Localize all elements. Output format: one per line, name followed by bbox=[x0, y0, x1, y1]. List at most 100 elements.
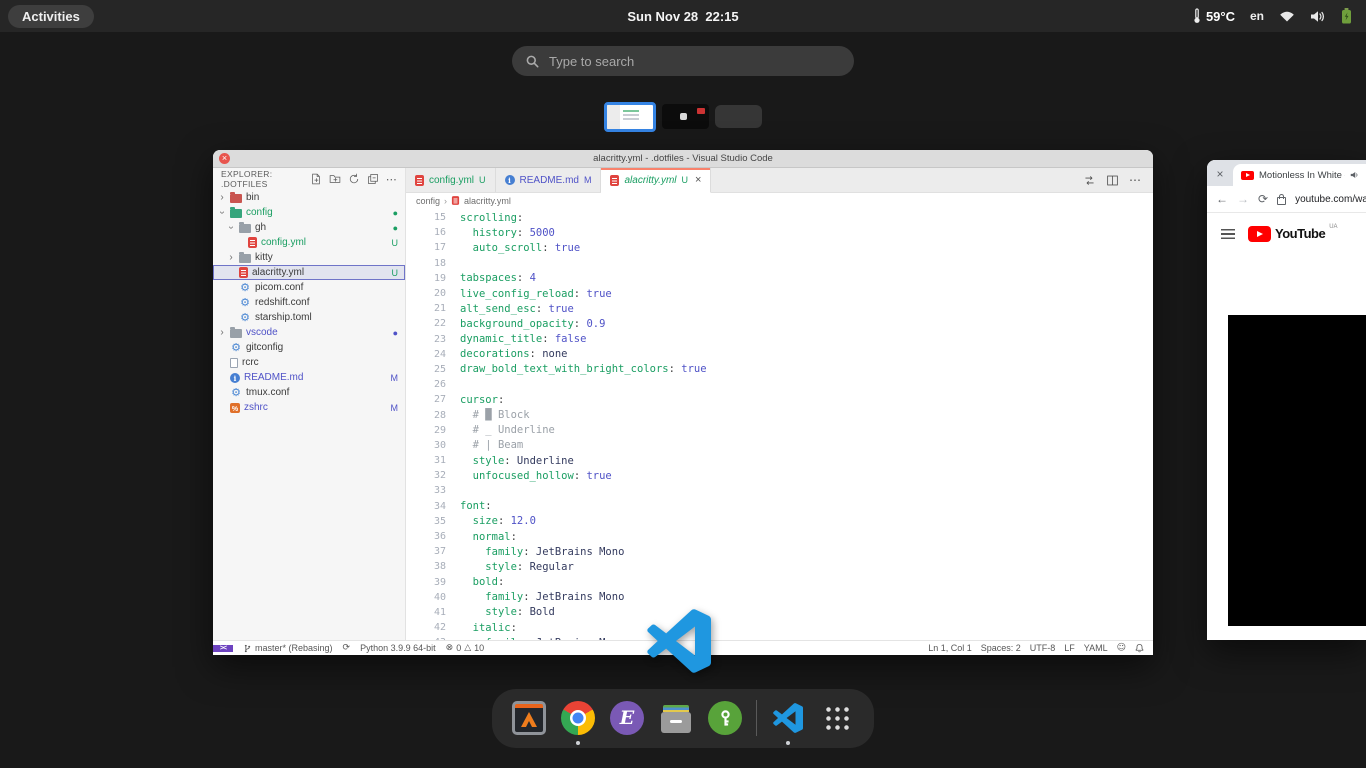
search-input[interactable]: Type to search bbox=[512, 46, 854, 76]
youtube-play-icon bbox=[1248, 226, 1271, 242]
dock-item-app-grid[interactable] bbox=[819, 700, 855, 736]
vscode-logo-drag[interactable] bbox=[647, 609, 711, 673]
line-number: 40 bbox=[406, 592, 460, 603]
tree-item-gitconfig[interactable]: gitconfig bbox=[213, 340, 405, 355]
file-label: tmux.conf bbox=[246, 387, 289, 398]
refresh-icon[interactable] bbox=[348, 173, 360, 185]
tree-item-redshift-conf[interactable]: redshift.conf bbox=[213, 295, 405, 310]
search-placeholder: Type to search bbox=[549, 54, 634, 69]
temperature-value: 59°C bbox=[1206, 9, 1235, 24]
tab-label: README.md bbox=[520, 175, 579, 186]
status-text-spaces-2[interactable]: Spaces: 2 bbox=[981, 643, 1021, 653]
error-icon: ⊗ bbox=[446, 643, 454, 653]
status-text-ln-1-col-1[interactable]: Ln 1, Col 1 bbox=[928, 643, 972, 653]
chevron-down-icon: › bbox=[226, 224, 237, 232]
code-line: 40 family: JetBrains Mono bbox=[406, 590, 1153, 605]
status-text-python-3-9-9-64-bit[interactable]: Python 3.9.9 64-bit bbox=[360, 643, 436, 653]
window-close-button[interactable]: × bbox=[1207, 162, 1233, 186]
workspace-thumbnail-1[interactable] bbox=[604, 102, 656, 132]
reload-icon[interactable]: ⟳ bbox=[1258, 192, 1268, 206]
browser-tab[interactable]: Motionless In White - / bbox=[1233, 164, 1366, 186]
warning-icon: △ bbox=[464, 643, 471, 653]
tree-item-picom-conf[interactable]: picom.conf bbox=[213, 280, 405, 295]
gear-icon bbox=[239, 282, 251, 294]
tree-item-vscode[interactable]: ›vscode● bbox=[213, 325, 405, 340]
volume-icon[interactable] bbox=[1310, 10, 1326, 23]
tree-item-tmux-conf[interactable]: tmux.conf bbox=[213, 385, 405, 400]
tree-item-zshrc[interactable]: zshrcM bbox=[213, 400, 405, 415]
chrome-icon bbox=[561, 701, 595, 735]
more-actions-icon[interactable]: ⋯ bbox=[386, 174, 397, 185]
new-file-icon[interactable] bbox=[310, 173, 322, 185]
tree-item-config-yml[interactable]: config.ymlU bbox=[213, 235, 405, 250]
tree-item-gh[interactable]: ›gh● bbox=[213, 220, 405, 235]
forward-icon[interactable]: → bbox=[1237, 192, 1249, 206]
dock-item-passwords[interactable] bbox=[707, 700, 743, 736]
problems-status[interactable]: ⊗0△10 bbox=[446, 643, 485, 653]
git-badge: ● bbox=[393, 328, 398, 338]
dock-item-chrome[interactable] bbox=[560, 700, 596, 736]
gear-icon bbox=[230, 387, 242, 399]
menu-icon[interactable] bbox=[1221, 229, 1235, 239]
editor-more-actions-icon[interactable]: ⋯ bbox=[1129, 173, 1141, 187]
activities-button[interactable]: Activities bbox=[8, 5, 94, 28]
status-text-lf[interactable]: LF bbox=[1064, 643, 1075, 653]
dock-item-vscode[interactable] bbox=[770, 700, 806, 736]
file-label: vscode bbox=[246, 327, 278, 338]
chrome-window[interactable]: × Motionless In White - / ← → ⟳ youtube.… bbox=[1207, 160, 1366, 640]
tab-alacritty-yml[interactable]: alacritty.ymlU× bbox=[601, 168, 711, 193]
sync-icon[interactable]: ⟳ bbox=[343, 643, 351, 653]
close-tab-icon[interactable]: × bbox=[695, 174, 701, 186]
tab-audio-icon[interactable] bbox=[1350, 171, 1359, 179]
doc-icon bbox=[230, 358, 238, 368]
remote-indicator[interactable]: >< bbox=[213, 645, 233, 652]
tree-item-kitty[interactable]: ›kitty bbox=[213, 250, 405, 265]
status-text-utf-8[interactable]: UTF-8 bbox=[1030, 643, 1056, 653]
tree-item-rcrc[interactable]: rcrc bbox=[213, 355, 405, 370]
dock-item-emacs[interactable]: E bbox=[609, 700, 645, 736]
breadcrumb-separator: › bbox=[444, 196, 447, 206]
tab-readme-md[interactable]: README.mdM bbox=[496, 168, 602, 192]
back-icon[interactable]: ← bbox=[1216, 192, 1228, 206]
video-player[interactable] bbox=[1228, 315, 1366, 626]
workspace-thumbnail-2[interactable] bbox=[662, 104, 709, 129]
tree-item-starship-toml[interactable]: starship.toml bbox=[213, 310, 405, 325]
dock-item-files[interactable] bbox=[658, 700, 694, 736]
new-folder-icon[interactable] bbox=[329, 173, 341, 185]
breadcrumb-file[interactable]: alacritty.yml bbox=[464, 196, 511, 206]
tree-item-alacritty-yml[interactable]: alacritty.ymlU bbox=[213, 265, 405, 280]
notifications-bell[interactable] bbox=[1135, 643, 1144, 653]
yaml-icon bbox=[610, 175, 619, 186]
youtube-logo[interactable]: YouTube UA bbox=[1248, 226, 1338, 242]
wifi-icon[interactable] bbox=[1279, 10, 1295, 22]
bell-icon[interactable] bbox=[1135, 643, 1144, 653]
tab-config-yml[interactable]: config.ymlU bbox=[406, 168, 496, 192]
git-badge: U bbox=[682, 175, 689, 185]
keyboard-layout-indicator[interactable]: en bbox=[1250, 9, 1264, 23]
clock[interactable]: Sun Nov 28 22:15 bbox=[627, 9, 738, 24]
git-branch-status[interactable]: master* (Rebasing) bbox=[243, 643, 333, 654]
vscode-titlebar[interactable]: × alacritty.yml - .dotfiles - Visual Stu… bbox=[213, 150, 1153, 168]
tree-item-config[interactable]: ›config● bbox=[213, 205, 405, 220]
tree-item-readme-md[interactable]: README.mdM bbox=[213, 370, 405, 385]
line-number: 36 bbox=[406, 531, 460, 542]
file-label: gitconfig bbox=[246, 342, 283, 353]
collapse-folders-icon[interactable] bbox=[367, 173, 379, 185]
breadcrumb-folder[interactable]: config bbox=[416, 196, 440, 206]
breadcrumb[interactable]: config › alacritty.yml bbox=[406, 193, 1153, 208]
line-number: 29 bbox=[406, 425, 460, 436]
file-label: bin bbox=[246, 192, 259, 203]
workspace-thumbnail-3[interactable] bbox=[715, 105, 762, 128]
compare-changes-icon[interactable] bbox=[1083, 174, 1096, 187]
split-editor-icon[interactable] bbox=[1106, 174, 1119, 187]
dock-item-alacritty[interactable] bbox=[511, 700, 547, 736]
file-label: README.md bbox=[244, 372, 303, 383]
feedback-icon[interactable]: ☺ bbox=[1117, 643, 1126, 653]
address-bar[interactable]: youtube.com/wa bbox=[1295, 194, 1366, 205]
code-area[interactable]: 15scrolling:16 history: 500017 auto_scro… bbox=[406, 208, 1153, 641]
vscode-window[interactable]: × alacritty.yml - .dotfiles - Visual Stu… bbox=[213, 150, 1153, 655]
tree-item-bin[interactable]: ›bin bbox=[213, 190, 405, 205]
status-text-yaml[interactable]: YAML bbox=[1084, 643, 1108, 653]
code-line: 27cursor: bbox=[406, 392, 1153, 407]
battery-icon[interactable] bbox=[1341, 8, 1352, 24]
